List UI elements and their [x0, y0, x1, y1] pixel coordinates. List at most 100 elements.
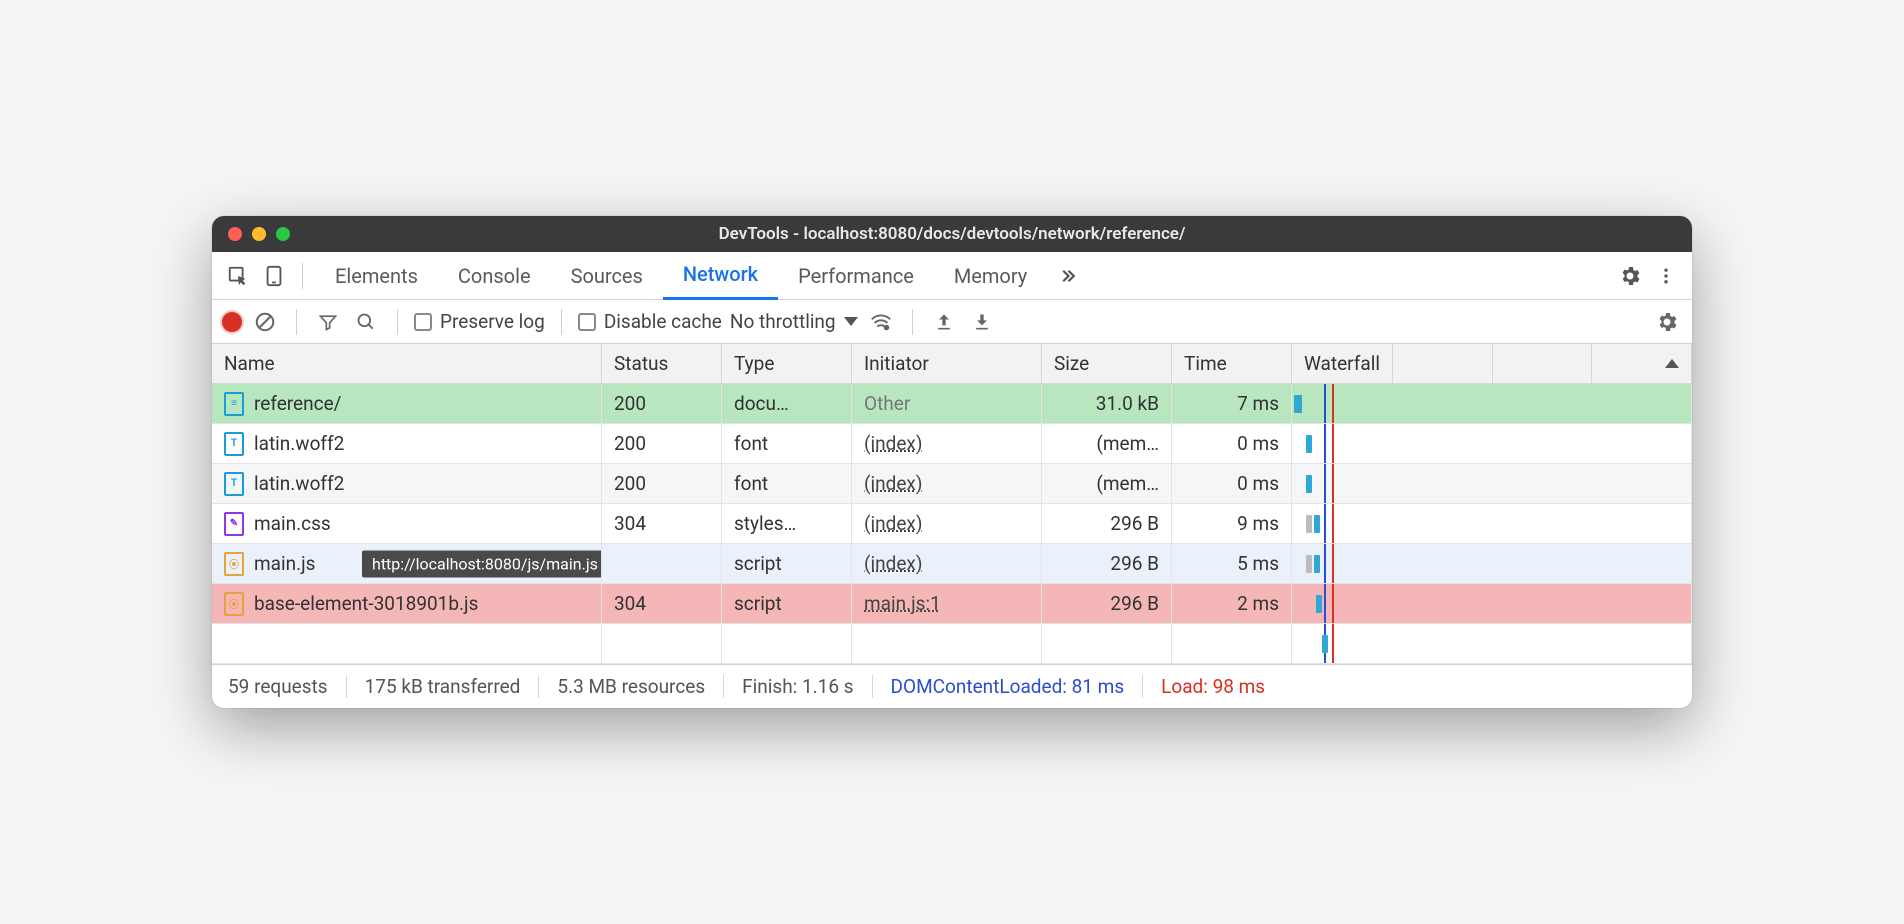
- request-name: base-element-3018901b.js: [254, 592, 478, 615]
- tab-network[interactable]: Network: [663, 252, 778, 300]
- request-name-cell[interactable]: Tlatin.woff2: [212, 464, 602, 504]
- request-name: latin.woff2: [254, 432, 344, 455]
- type-cell: font: [722, 464, 852, 504]
- waterfall-cell: [1292, 384, 1692, 424]
- tab-performance[interactable]: Performance: [778, 252, 934, 300]
- divider: [397, 309, 398, 335]
- status-finish: Finish: 1.16 s: [724, 675, 872, 698]
- tab-elements[interactable]: Elements: [315, 252, 438, 300]
- doc-file-icon: ≡: [224, 392, 244, 416]
- col-status[interactable]: Status: [602, 344, 722, 384]
- throttling-value: No throttling: [730, 310, 836, 333]
- tab-console[interactable]: Console: [438, 252, 551, 300]
- sort-indicator-icon: [1665, 359, 1679, 368]
- status-requests: 59 requests: [228, 675, 347, 698]
- empty-cell: [722, 624, 852, 664]
- main-tabs-row: ElementsConsoleSourcesNetworkPerformance…: [212, 252, 1692, 300]
- tab-sources[interactable]: Sources: [551, 252, 663, 300]
- initiator-cell[interactable]: main.js:1: [852, 584, 1042, 624]
- download-har-icon[interactable]: [967, 307, 997, 337]
- initiator-cell[interactable]: (index): [852, 464, 1042, 504]
- size-cell: 296 B: [1042, 584, 1172, 624]
- col-time[interactable]: Time: [1172, 344, 1292, 384]
- divider: [912, 309, 913, 335]
- search-icon[interactable]: [351, 307, 381, 337]
- font-file-icon: T: [224, 472, 244, 496]
- clear-icon[interactable]: [250, 307, 280, 337]
- waterfall-cell: [1292, 504, 1692, 544]
- network-conditions-icon[interactable]: [866, 307, 896, 337]
- record-button[interactable]: [222, 312, 242, 332]
- status-resources: 5.3 MB resources: [539, 675, 724, 698]
- col-type[interactable]: Type: [722, 344, 852, 384]
- request-name-cell[interactable]: ✎main.css: [212, 504, 602, 544]
- size-cell: 31.0 kB: [1042, 384, 1172, 424]
- upload-har-icon[interactable]: [929, 307, 959, 337]
- device-toolbar-icon[interactable]: [258, 260, 290, 292]
- minimize-window-button[interactable]: [252, 227, 266, 241]
- type-cell: styles…: [722, 504, 852, 544]
- request-name-cell[interactable]: ⦿ main.js http://localhost:8080/js/main.js: [212, 544, 602, 584]
- request-name-cell[interactable]: ≡reference/: [212, 384, 602, 424]
- window-title: DevTools - localhost:8080/docs/devtools/…: [212, 224, 1692, 244]
- window-titlebar: DevTools - localhost:8080/docs/devtools/…: [212, 216, 1692, 252]
- request-name-cell[interactable]: Tlatin.woff2: [212, 424, 602, 464]
- size-cell: (mem…: [1042, 424, 1172, 464]
- filter-icon[interactable]: [313, 307, 343, 337]
- kebab-menu-icon[interactable]: [1650, 260, 1682, 292]
- size-cell: 296 B: [1042, 544, 1172, 584]
- empty-cell: [212, 624, 602, 664]
- status-load: Load: 98 ms: [1143, 675, 1283, 698]
- js-file-icon: ⦿: [224, 592, 244, 616]
- time-cell: 9 ms: [1172, 504, 1292, 544]
- waterfall-cell: [1292, 544, 1692, 584]
- status-cell: 304: [602, 504, 722, 544]
- js-file-icon: ⦿: [224, 552, 244, 576]
- col-size[interactable]: Size: [1042, 344, 1172, 384]
- col-waterfall[interactable]: Waterfall: [1292, 344, 1692, 384]
- initiator-cell[interactable]: (index): [852, 544, 1042, 584]
- network-table: Name Status Type Initiator Size Time Wat…: [212, 344, 1692, 664]
- status-cell: 200: [602, 464, 722, 504]
- url-tooltip: http://localhost:8080/js/main.js: [362, 550, 602, 577]
- empty-cell: [852, 624, 1042, 664]
- preserve-log-checkbox[interactable]: Preserve log: [414, 310, 545, 333]
- initiator-cell[interactable]: (index): [852, 504, 1042, 544]
- type-cell: docu…: [722, 384, 852, 424]
- request-name: main.css: [254, 512, 331, 535]
- settings-icon[interactable]: [1614, 260, 1646, 292]
- maximize-window-button[interactable]: [276, 227, 290, 241]
- divider: [561, 309, 562, 335]
- time-cell: 5 ms: [1172, 544, 1292, 584]
- request-name: latin.woff2: [254, 472, 344, 495]
- request-name-cell[interactable]: ⦿ base-element-3018901b.js: [212, 584, 602, 624]
- throttling-dropdown[interactable]: No throttling: [730, 310, 858, 333]
- close-window-button[interactable]: [228, 227, 242, 241]
- disable-cache-checkbox[interactable]: Disable cache: [578, 310, 722, 333]
- initiator-cell[interactable]: (index): [852, 424, 1042, 464]
- waterfall-cell: [1292, 584, 1692, 624]
- col-initiator[interactable]: Initiator: [852, 344, 1042, 384]
- network-status-bar: 59 requests 175 kB transferred 5.3 MB re…: [212, 664, 1692, 708]
- empty-cell: [1172, 624, 1292, 664]
- tab-memory[interactable]: Memory: [934, 252, 1047, 300]
- request-name: main.js: [254, 552, 315, 575]
- preserve-log-label: Preserve log: [440, 310, 545, 333]
- waterfall-cell: [1292, 464, 1692, 504]
- empty-cell: [602, 624, 722, 664]
- more-tabs-icon[interactable]: [1051, 260, 1083, 292]
- type-cell: script: [722, 584, 852, 624]
- time-cell: 0 ms: [1172, 424, 1292, 464]
- time-cell: 2 ms: [1172, 584, 1292, 624]
- divider: [302, 263, 303, 289]
- status-cell: [602, 544, 722, 584]
- col-name[interactable]: Name: [212, 344, 602, 384]
- chevron-down-icon: [844, 317, 858, 326]
- inspect-element-icon[interactable]: [222, 260, 254, 292]
- network-settings-icon[interactable]: [1652, 307, 1682, 337]
- disable-cache-label: Disable cache: [604, 310, 722, 333]
- time-cell: 7 ms: [1172, 384, 1292, 424]
- initiator-cell: Other: [852, 384, 1042, 424]
- status-domcontentloaded: DOMContentLoaded: 81 ms: [873, 675, 1144, 698]
- devtools-window: DevTools - localhost:8080/docs/devtools/…: [212, 216, 1692, 708]
